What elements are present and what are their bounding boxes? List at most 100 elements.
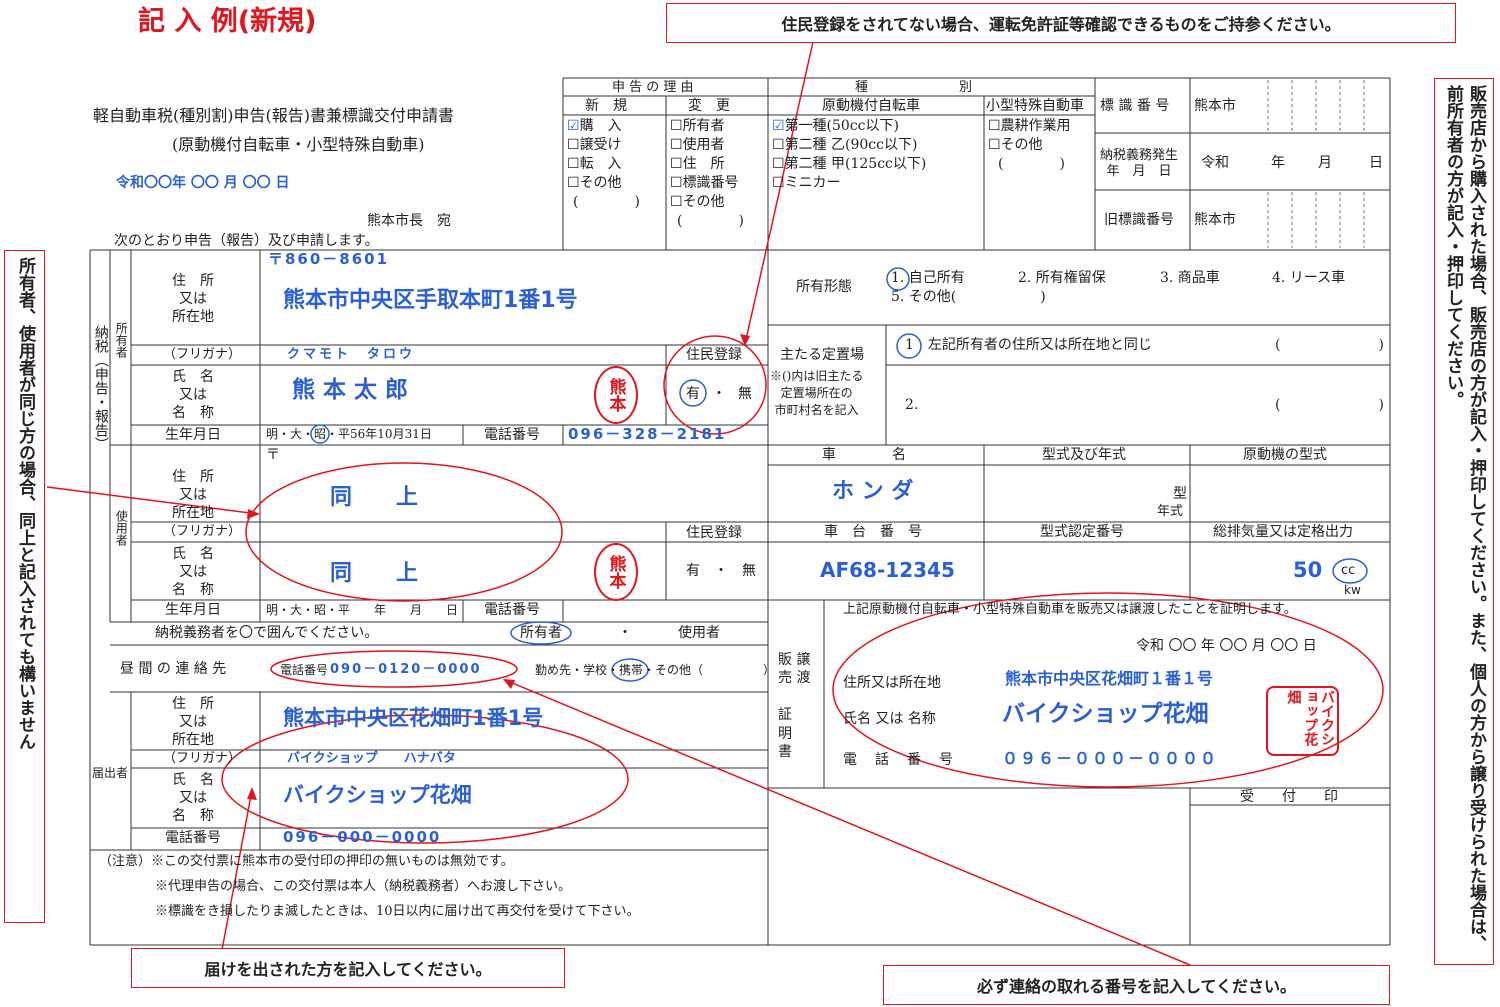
tax-date-era: 令和	[1201, 155, 1229, 171]
category-special-farm[interactable]: ☐農耕作業用	[988, 119, 1071, 133]
checkbox-icon: ☐	[772, 156, 785, 172]
tax-date-day: 日	[1369, 155, 1383, 171]
filer-furigana-label: （フリガナ）	[163, 751, 242, 766]
displacement-label: 総排気量又は定格出力	[1213, 524, 1353, 540]
reason-new-movein[interactable]: ☐転 入	[567, 157, 622, 171]
vehicle-model-label: 型式及び年式	[1042, 447, 1126, 463]
reason-new-purchase[interactable]: ☑購 入	[567, 119, 622, 133]
reason-change-owner[interactable]: ☐所有者	[670, 119, 725, 133]
form-intro: 次のとおり申告（報告）及び申請します。	[114, 233, 379, 249]
checkbox-icon: ☐	[567, 137, 580, 153]
reason-new-header: 新 規	[585, 98, 627, 114]
category-header: 種 別	[855, 80, 973, 95]
filer-section-label: 届出者	[92, 766, 129, 780]
user-resident-label: 住民登録	[686, 525, 742, 541]
ownership-label: 所有形態	[796, 279, 852, 295]
storage-option-2-paren: ( )	[1275, 397, 1384, 413]
daytime-phone-prefix: 電話番号	[280, 663, 329, 677]
old-plate-label: 旧標識番号	[1104, 212, 1174, 228]
owner-name-label: 氏 名 又は 名 称	[172, 369, 214, 422]
vehicle-maker-label: 車 名	[822, 447, 906, 463]
reason-change-user[interactable]: ☐使用者	[670, 138, 725, 152]
sale-phone: ０９６－０００－００００	[1002, 749, 1219, 768]
user-phone-label: 電話番号	[484, 602, 540, 618]
note-left-same: 所有者、使用者が同じ方の場合、同上と記入されても構いません	[4, 250, 45, 923]
year-suffix: 年式	[1157, 504, 1184, 519]
ownership-option-3[interactable]: 3. 商品車	[1160, 271, 1220, 285]
category-special-other[interactable]: ☐その他	[988, 138, 1043, 152]
tax-date-year: 年	[1271, 155, 1285, 171]
note-1: （注意）※この交付票に熊本市の受付印の押印の無いものは無効です。	[99, 854, 514, 869]
user-furigana-label: （フリガナ）	[163, 524, 242, 539]
taxpayer-owner-option[interactable]: 所有者	[520, 626, 562, 640]
category-moped-class2b[interactable]: ☐第二種 乙(90cc以下)	[772, 138, 917, 152]
owner-address: 熊本市中央区手取本町1番1号	[283, 288, 578, 313]
storage-option-1[interactable]: 1 左記所有者の住所又は所在地と同じ	[905, 338, 1152, 352]
displacement-value: 50	[1293, 558, 1323, 582]
owner-section-label: 所有者	[114, 322, 129, 358]
user-address-label: 住 所 又は 所在地	[172, 469, 214, 522]
form-title: 軽自動車税(種別割)申告(報告)書兼標識交付申請書	[93, 106, 454, 125]
category-moped-minicar[interactable]: ☐ミニカー	[772, 176, 841, 190]
ownership-option-5[interactable]: 5. その他( )	[891, 290, 1046, 304]
user-seal: 熊本	[594, 543, 638, 601]
form-subtitle: (原動機付自転車・小型特殊自動車)	[172, 135, 425, 154]
owner-resident-choice[interactable]: 有・無	[686, 387, 752, 401]
taxpayer-note-label: 納税義務者を〇で囲んでください。	[155, 625, 379, 641]
reason-change-other-paren: ( )	[677, 213, 744, 229]
owner-resident-label: 住民登録	[686, 347, 742, 363]
sale-statement: 上記原動機付自転車・小型特殊自動車を販売又は譲渡したことを証明します。	[843, 602, 1297, 617]
checkbox-icon: ☐	[772, 137, 785, 153]
ownership-option-4[interactable]: 4. リース車	[1272, 271, 1345, 285]
plate-number-value: 熊本市	[1194, 98, 1236, 114]
checkbox-icon: ☐	[567, 156, 580, 172]
checkbox-icon: ☐	[670, 194, 683, 210]
owner-phone: 096－328－2181	[568, 425, 727, 443]
storage-note: ※()内は旧主たる 定置場所在の 市町村名を記入	[770, 369, 864, 417]
checkbox-icon: ☐	[670, 118, 683, 134]
owner-furigana-label: （フリガナ）	[163, 347, 242, 362]
checkbox-checked-icon: ☑	[567, 118, 580, 134]
daytime-phone: 090－0120－0000	[330, 662, 482, 677]
note-filer: 届けを出された方を記入してください。	[131, 948, 565, 988]
user-postal: 〒	[266, 447, 280, 463]
ownership-option-2[interactable]: 2. 所有権留保	[1018, 271, 1106, 285]
user-birth: 明・大・昭・平 年 月 日	[266, 603, 459, 617]
ownership-option-1[interactable]: 1. 自己所有	[891, 271, 965, 285]
user-section-label: 使用者	[114, 510, 129, 546]
reason-change-other[interactable]: ☐その他	[670, 195, 725, 209]
daytime-place: 勤め先・学校・携帯・その他（ ）	[535, 663, 776, 677]
note-2: ※代理申告の場合、この交付票は本人（納税義務者）へお渡し下さい。	[155, 879, 572, 894]
sale-address-label: 住所又は所在地	[843, 675, 941, 691]
category-moped-class2a[interactable]: ☐第二種 甲(125cc以下)	[772, 157, 926, 171]
filer-name: バイクショップ花畑	[283, 783, 472, 807]
reason-change-address[interactable]: ☐住 所	[670, 157, 725, 171]
sale-side-label: 販 譲 売 渡 証 明 書	[778, 652, 811, 761]
owner-name: 熊 本 太 郎	[292, 377, 409, 403]
note-right-seller: 販売店から購入された場合、販売店の方が記入・押印してください。また、個人の方から…	[1434, 78, 1494, 965]
sale-phone-label: 電 話 番 号	[843, 752, 955, 768]
user-resident-choice[interactable]: 有 ・ 無	[686, 564, 756, 578]
sale-date: 令和 〇〇 年 〇〇 月 〇〇 日	[1136, 638, 1317, 654]
filer-phone-label: 電話番号	[165, 830, 221, 846]
reason-change-plate[interactable]: ☐標識番号	[670, 176, 739, 190]
owner-phone-label: 電話番号	[484, 427, 540, 443]
taxpayer-user-option[interactable]: 使用者	[678, 626, 720, 640]
filer-address: 熊本市中央区花畑町1番1号	[283, 706, 544, 730]
reason-new-other[interactable]: ☐その他	[567, 176, 622, 190]
unit-cc: cc	[1341, 563, 1356, 578]
unit-kw: kw	[1344, 583, 1361, 597]
reason-new-transfer[interactable]: ☐譲受け	[567, 138, 622, 152]
checkbox-icon: ☐	[988, 137, 1001, 153]
category-moped-class1[interactable]: ☑第一種(50cc以下)	[772, 119, 899, 133]
checkbox-icon: ☐	[567, 175, 580, 191]
owner-address-label: 住 所 又は 所在地	[172, 273, 214, 326]
daytime-contact-label: 昼 間 の 連 絡 先	[120, 661, 227, 677]
old-plate-value: 熊本市	[1194, 212, 1236, 228]
category-special-header: 小型特殊自動車	[986, 98, 1084, 114]
category-moped-header: 原動機付自転車	[822, 98, 920, 114]
storage-option-1-paren: ( )	[1275, 337, 1384, 353]
storage-option-2[interactable]: 2.	[905, 398, 918, 412]
filer-phone: 096－000－0000	[283, 828, 442, 846]
plate-number-label: 標 識 番 号	[1100, 98, 1170, 114]
